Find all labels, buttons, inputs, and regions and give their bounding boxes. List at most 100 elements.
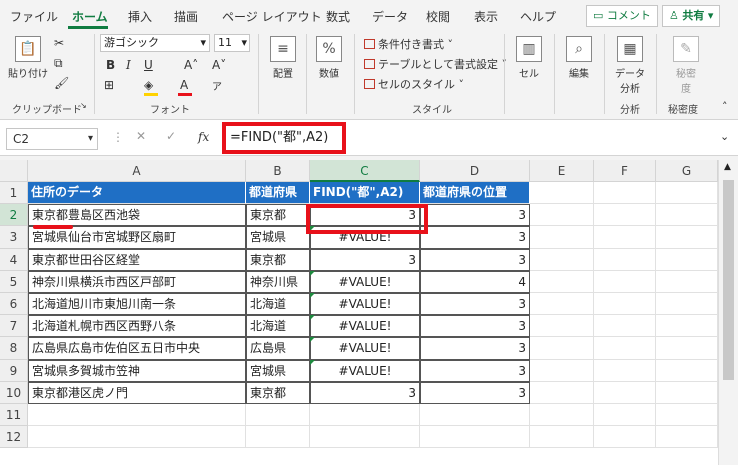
position-cell[interactable]: 4 (420, 270, 530, 293)
cell[interactable] (420, 404, 530, 427)
row-header[interactable]: 4 (0, 248, 28, 271)
cell[interactable] (530, 204, 594, 227)
address-cell[interactable]: 北海道旭川市東旭川南一条 (28, 293, 246, 316)
column-header[interactable]: C (310, 160, 420, 182)
font-size-select[interactable]: 11 ▾ (214, 34, 250, 52)
bold-icon[interactable]: B (106, 58, 115, 72)
paste-button[interactable]: 📋 貼り付け (8, 36, 48, 80)
column-header[interactable]: G (656, 160, 718, 182)
prefecture-cell[interactable]: 宮城県 (246, 359, 310, 382)
cell[interactable] (530, 315, 594, 338)
find-result-cell[interactable]: 3 (310, 248, 420, 271)
cell[interactable] (656, 182, 718, 205)
find-result-cell[interactable]: #VALUE! (310, 337, 420, 360)
format-as-table-button[interactable]: テーブルとして書式設定 ˅ (364, 56, 507, 72)
cell[interactable] (594, 426, 656, 449)
position-cell[interactable]: 3 (420, 315, 530, 338)
position-cell[interactable]: 3 (420, 293, 530, 316)
cell[interactable] (594, 204, 656, 227)
tab-review[interactable]: 校閲 (426, 8, 450, 25)
cell[interactable] (656, 248, 718, 271)
address-cell[interactable]: 宮城県仙台市宮城野区扇町 (28, 226, 246, 249)
cell[interactable] (530, 359, 594, 382)
insert-function-icon[interactable]: fx (198, 130, 209, 144)
collapse-ribbon-icon[interactable]: ˄ (722, 100, 728, 113)
italic-icon[interactable]: I (126, 58, 131, 72)
enter-icon[interactable]: ✓ (166, 129, 176, 143)
cell[interactable] (594, 381, 656, 404)
find-result-cell[interactable]: #VALUE! (310, 359, 420, 382)
tab-data[interactable]: データ (372, 8, 408, 25)
format-painter-icon[interactable]: 🖌 (54, 76, 69, 90)
address-cell[interactable]: 神奈川県横浜市西区戸部町 (28, 270, 246, 293)
editing-button[interactable]: ⌕ 編集 (562, 36, 596, 80)
cells-button[interactable]: ▥ セル (512, 36, 546, 80)
cell[interactable] (656, 226, 718, 249)
copy-icon[interactable]: ⧉ (54, 56, 63, 71)
share-button[interactable]: ♙ 共有 ▾ (662, 5, 721, 27)
prefecture-cell[interactable]: 宮城県 (246, 226, 310, 249)
cell[interactable] (246, 426, 310, 449)
table-header-cell[interactable]: 住所のデータ (28, 182, 246, 205)
tab-insert[interactable]: 挿入 (128, 8, 152, 25)
prefecture-cell[interactable]: 東京都 (246, 381, 310, 404)
cell[interactable] (594, 293, 656, 316)
cell[interactable] (656, 315, 718, 338)
column-header[interactable]: E (530, 160, 594, 182)
cell[interactable] (594, 359, 656, 382)
cell[interactable] (594, 404, 656, 427)
tab-formulas[interactable]: 数式 (326, 8, 350, 25)
cut-icon[interactable]: ✂ (54, 36, 64, 50)
row-header[interactable]: 5 (0, 270, 28, 293)
cell-styles-button[interactable]: セルのスタイル ˅ (364, 76, 464, 92)
row-header[interactable]: 1 (0, 182, 28, 205)
comment-button[interactable]: ▭ コメント (586, 5, 658, 27)
find-result-cell[interactable]: 3 (310, 381, 420, 404)
address-cell[interactable]: 東京都世田谷区経堂 (28, 248, 246, 271)
cell[interactable] (656, 359, 718, 382)
cell[interactable] (594, 248, 656, 271)
cell[interactable] (246, 404, 310, 427)
cell[interactable] (530, 404, 594, 427)
cell[interactable] (594, 226, 656, 249)
position-cell[interactable]: 3 (420, 337, 530, 360)
cell[interactable] (530, 426, 594, 449)
font-name-select[interactable]: 游ゴシック ▾ (100, 34, 210, 52)
address-cell[interactable]: 北海道札幌市西区西野八条 (28, 315, 246, 338)
scrollbar-thumb[interactable] (723, 180, 734, 380)
alignment-button[interactable]: ≡ 配置 (266, 36, 300, 80)
row-header[interactable]: 11 (0, 404, 28, 427)
position-cell[interactable]: 3 (420, 204, 530, 227)
select-all-corner[interactable] (0, 160, 28, 182)
cell[interactable] (656, 337, 718, 360)
row-header[interactable]: 2 (0, 204, 28, 227)
row-header[interactable]: 12 (0, 426, 28, 449)
position-cell[interactable]: 3 (420, 359, 530, 382)
name-box[interactable]: C2 ▾ (6, 128, 98, 150)
position-cell[interactable]: 3 (420, 226, 530, 249)
cell[interactable] (530, 293, 594, 316)
cell[interactable] (656, 381, 718, 404)
prefecture-cell[interactable]: 東京都 (246, 204, 310, 227)
cell[interactable] (530, 270, 594, 293)
tab-page-layout[interactable]: ページ レイアウト (222, 8, 322, 25)
address-cell[interactable]: 宮城県多賀城市笠神 (28, 359, 246, 382)
find-result-cell[interactable]: #VALUE! (310, 270, 420, 293)
row-header[interactable]: 9 (0, 359, 28, 382)
column-header[interactable]: B (246, 160, 310, 182)
column-header[interactable]: D (420, 160, 530, 182)
cell[interactable] (310, 404, 420, 427)
cell[interactable] (656, 404, 718, 427)
cell[interactable] (310, 426, 420, 449)
row-header[interactable]: 8 (0, 337, 28, 360)
cell[interactable] (594, 337, 656, 360)
find-result-cell[interactable]: #VALUE! (310, 315, 420, 338)
position-cell[interactable]: 3 (420, 381, 530, 404)
address-cell[interactable]: 東京都港区虎ノ門 (28, 381, 246, 404)
prefecture-cell[interactable]: 北海道 (246, 315, 310, 338)
number-button[interactable]: % 数値 (312, 36, 346, 80)
fill-color-icon[interactable]: ◈ (144, 78, 153, 92)
address-cell[interactable]: 東京都豊島区西池袋 (28, 204, 246, 227)
font-color-icon[interactable]: A (180, 78, 188, 92)
cell[interactable] (656, 293, 718, 316)
